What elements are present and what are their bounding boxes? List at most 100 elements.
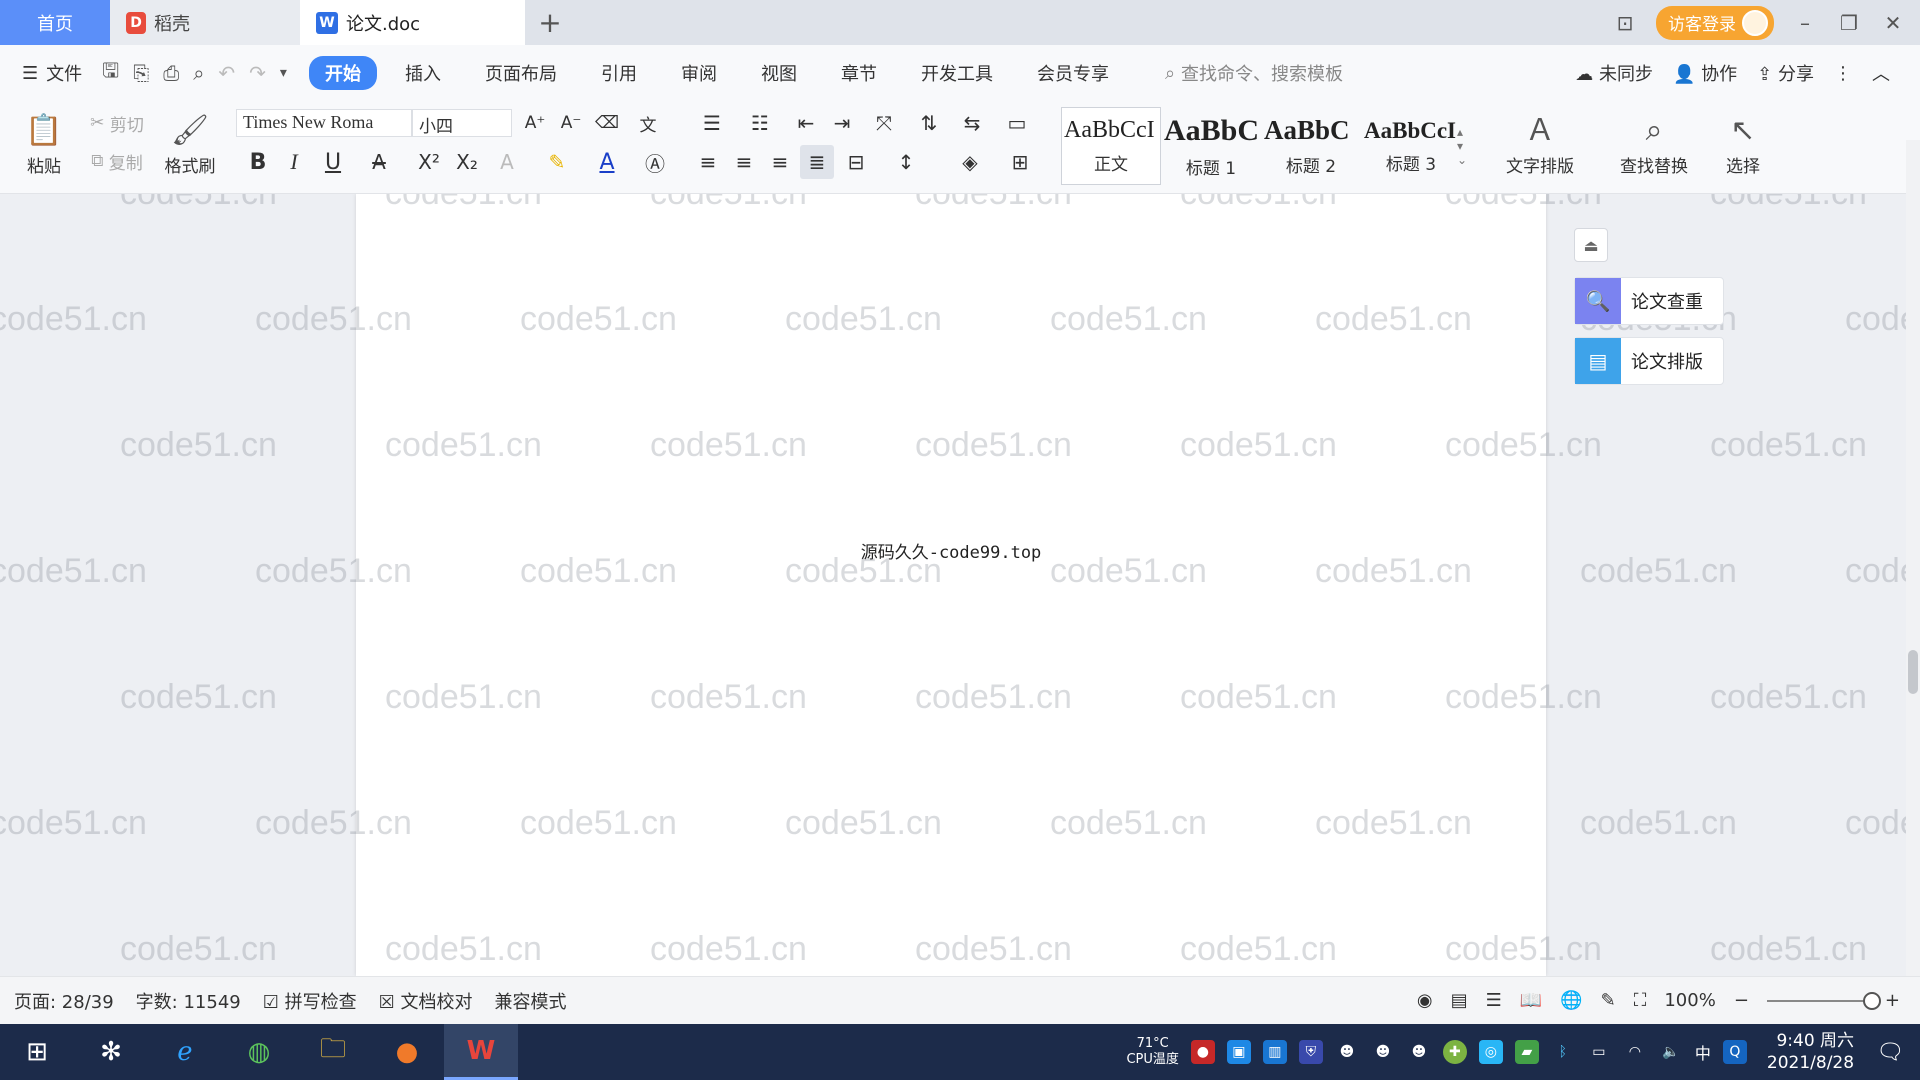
tray-app-icon[interactable]: ◎ (1478, 1040, 1503, 1064)
qq-icon[interactable]: ☻ (1371, 1040, 1395, 1064)
tab-start[interactable]: 开始 (308, 56, 377, 90)
ruler-icon[interactable]: ▭ (1000, 109, 1034, 137)
align-right-icon[interactable]: ≡ (764, 147, 796, 177)
tab-references[interactable]: 引用 (585, 56, 653, 90)
paper-layout-button[interactable]: ▤ 论文排版 (1574, 337, 1724, 385)
new-tab-button[interactable]: + (525, 0, 575, 45)
clock[interactable]: 9:40 周六 2021/8/28 (1767, 1030, 1854, 1074)
sort-icon[interactable]: ⇅ (914, 109, 944, 137)
font-name-select[interactable]: Times New Roma (236, 109, 412, 137)
tab-page-layout[interactable]: 页面布局 (469, 56, 573, 90)
spell-check-button[interactable]: ☑ 拼写检查 (263, 988, 357, 1014)
redo-icon[interactable]: ↷ (249, 61, 266, 85)
qq-icon[interactable]: ☻ (1335, 1040, 1359, 1064)
bullets-icon[interactable]: ☰ (692, 109, 732, 137)
bold-icon[interactable]: B (244, 147, 272, 177)
scrollbar-thumb[interactable] (1908, 650, 1918, 694)
tab-developer[interactable]: 开发工具 (905, 56, 1009, 90)
bluetooth-icon[interactable]: ᛒ (1551, 1040, 1575, 1064)
style-normal[interactable]: AaBbCcI 正文 (1061, 107, 1161, 185)
document-page[interactable]: 源码久久-code99.top (356, 194, 1546, 976)
taskbar-app-ie[interactable]: ℯ (148, 1024, 222, 1080)
phonetic-icon[interactable]: 文 (628, 109, 668, 137)
cpu-temperature[interactable]: 71°C CPU温度 (1126, 1036, 1178, 1068)
eye-protection-icon[interactable]: ◉ (1417, 990, 1433, 1011)
page-view-icon[interactable]: ▤ (1451, 990, 1468, 1011)
tab-view[interactable]: 视图 (745, 56, 813, 90)
tab-section[interactable]: 章节 (825, 56, 893, 90)
qq-icon[interactable]: ☻ (1407, 1040, 1431, 1064)
align-center-icon[interactable]: ≡ (728, 147, 760, 177)
show-marks-icon[interactable]: ⇆ (954, 109, 990, 137)
page-indicator[interactable]: 页面: 28/39 (14, 988, 114, 1014)
paper-check-button[interactable]: 🔍 论文查重 (1574, 277, 1724, 325)
tab-insert[interactable]: 插入 (389, 56, 457, 90)
style-heading-2[interactable]: AaBbC 标题 2 (1261, 107, 1361, 185)
web-view-icon[interactable]: 🌐 (1560, 990, 1582, 1011)
find-replace-button[interactable]: ⌕ 查找替换 (1604, 105, 1704, 185)
zoom-slider[interactable] (1766, 991, 1881, 1010)
text-layout-button[interactable]: Ａ 文字排版 (1490, 105, 1590, 185)
notification-icon[interactable]: 🗨 (1876, 1040, 1904, 1065)
shading-icon[interactable]: ◈ (950, 147, 990, 177)
select-button[interactable]: ↖ 选择 (1708, 105, 1778, 185)
tab-member[interactable]: 会员专享 (1021, 56, 1125, 90)
distribute-icon[interactable]: ⊟ (840, 147, 872, 177)
output-icon[interactable]: ⎘ (133, 61, 149, 85)
align-left-icon[interactable]: ≡ (692, 147, 724, 177)
highlight-icon[interactable]: ✎ (540, 147, 574, 177)
italic-icon[interactable]: I (280, 147, 308, 177)
zoom-in-icon[interactable]: + (1885, 990, 1900, 1011)
writing-mode-icon[interactable]: ✎ (1601, 990, 1616, 1011)
start-button[interactable]: ⊞ (0, 1024, 74, 1080)
side-panel-collapse-button[interactable]: ⏏ (1574, 228, 1608, 262)
ime-indicator[interactable]: 中 (1695, 1040, 1711, 1064)
reading-view-icon[interactable]: 📖 (1520, 990, 1542, 1011)
print-preview-icon[interactable]: ⌕ (193, 61, 204, 85)
outline-view-icon[interactable]: ☰ (1486, 990, 1502, 1011)
close-button[interactable]: ✕ (1880, 11, 1906, 35)
font-color-icon[interactable]: A (590, 147, 624, 177)
numbering-icon[interactable]: ☷ (740, 109, 780, 137)
more-icon[interactable]: ⋮ (1834, 63, 1852, 84)
zoom-out-icon[interactable]: − (1734, 990, 1749, 1011)
layout-icon[interactable]: ⊡ (1612, 11, 1638, 35)
taskbar-app-explorer[interactable]: 🗀 (296, 1024, 370, 1080)
tab-daoke[interactable]: D 稻壳 (110, 0, 300, 45)
volume-icon[interactable]: 🔈 (1659, 1040, 1683, 1064)
line-spacing-icon[interactable]: ↕ (886, 147, 926, 177)
tray-plus-icon[interactable]: ✚ (1442, 1040, 1467, 1064)
taskbar-app-wps[interactable]: W (444, 1024, 518, 1080)
copy-button[interactable]: ⧉ 复制 (82, 147, 152, 175)
word-count[interactable]: 字数: 11549 (136, 988, 241, 1014)
tray-app-icon[interactable]: ▣ (1226, 1040, 1251, 1064)
style-heading-3[interactable]: AaBbCcI 标题 3 (1361, 107, 1461, 185)
collapse-ribbon-icon[interactable]: ︿ (1872, 60, 1890, 86)
shield-icon[interactable]: ⛨ (1298, 1040, 1323, 1064)
undo-icon[interactable]: ↶ (218, 61, 235, 85)
text-effect-icon[interactable]: A (490, 147, 524, 177)
superscript-icon[interactable]: X² (412, 147, 446, 177)
font-size-select[interactable]: 小四 (412, 109, 512, 137)
minimize-button[interactable]: – (1792, 11, 1818, 35)
print-icon[interactable]: ⎙ (163, 61, 179, 85)
sync-button[interactable]: ☁ 未同步 (1575, 60, 1653, 86)
command-search[interactable]: ⌕ 查找命令、搜索模板 (1165, 60, 1343, 86)
paste-button[interactable]: 📋 粘贴 (14, 105, 74, 185)
taskbar-app-fan[interactable]: ✻ (74, 1024, 148, 1080)
nvidia-icon[interactable]: ▰ (1514, 1040, 1539, 1064)
clear-format-icon[interactable]: ⌫ (592, 109, 622, 137)
cut-button[interactable]: ✂ 剪切 (82, 109, 152, 137)
tab-review[interactable]: 审阅 (665, 56, 733, 90)
char-border-icon[interactable]: Ⓐ (640, 147, 670, 177)
vertical-scrollbar[interactable] (1906, 140, 1920, 976)
file-menu[interactable]: ☰ 文件 (0, 60, 102, 86)
zoom-slider-knob[interactable] (1862, 991, 1881, 1010)
tab-home[interactable]: 首页 (0, 0, 110, 45)
fit-page-icon[interactable]: ⛶ (1634, 990, 1647, 1011)
zoom-level[interactable]: 100% (1664, 990, 1715, 1011)
chinese-layout-icon[interactable]: ⤧ (864, 109, 904, 137)
collab-button[interactable]: 👤 协作 (1673, 60, 1737, 86)
restore-button[interactable]: ❐ (1836, 11, 1862, 35)
taskbar-app-media[interactable]: ● (370, 1024, 444, 1080)
